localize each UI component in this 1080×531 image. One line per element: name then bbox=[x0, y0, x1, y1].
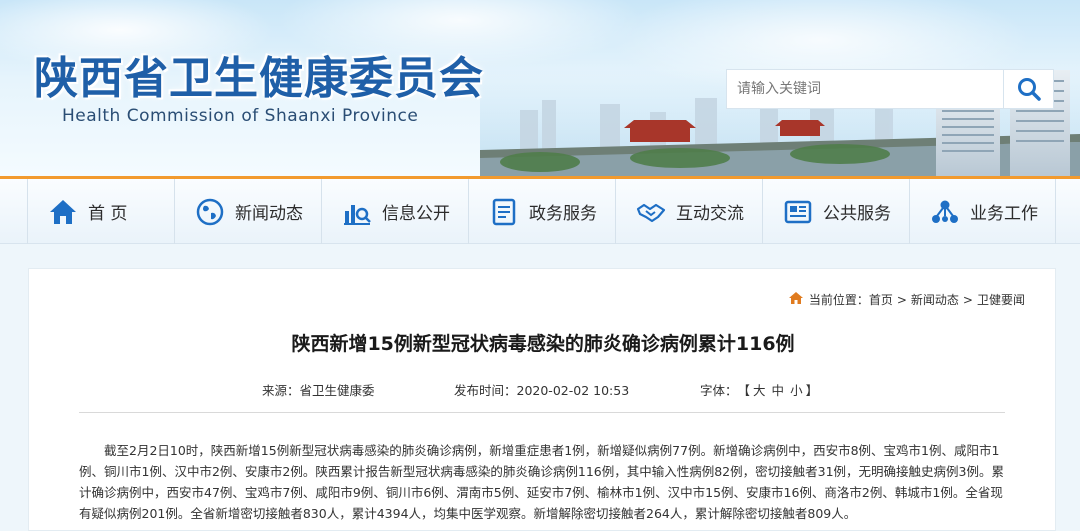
nav-item-gov-service[interactable]: 政务服务 bbox=[468, 179, 615, 244]
breadcrumb-separator: > bbox=[962, 292, 973, 307]
handshake-icon bbox=[636, 197, 666, 227]
article-title: 陕西新增15例新型冠状病毒感染的肺炎确诊病例累计116例 bbox=[291, 333, 795, 355]
font-size-small-button[interactable]: 小 bbox=[790, 380, 803, 399]
divider bbox=[79, 412, 1005, 413]
nav-item-business[interactable]: 业务工作 bbox=[909, 179, 1056, 244]
font-size-large-button[interactable]: 大 bbox=[753, 380, 766, 399]
search-icon bbox=[1017, 78, 1041, 101]
header-banner: 陕西省卫生健康委员会 Health Commission of Shaanxi … bbox=[0, 0, 1080, 176]
search-button[interactable] bbox=[1004, 69, 1054, 109]
nav-item-label: 互动交流 bbox=[676, 204, 744, 224]
nav-item-news[interactable]: 新闻动态 bbox=[174, 179, 321, 244]
search-box bbox=[726, 69, 1004, 109]
breadcrumb: 当前位置： 首页 > 新闻动态 > 卫健要闻 bbox=[788, 291, 1025, 308]
nav-item-home[interactable]: 首 页 bbox=[27, 179, 174, 244]
chart-search-icon bbox=[342, 197, 372, 227]
article-body: 截至2月2日10时，陕西新增15例新型冠状病毒感染的肺炎确诊病例，新增重症患者1… bbox=[79, 443, 1004, 521]
nav-item-info[interactable]: 信息公开 bbox=[321, 179, 468, 244]
nav-item-label: 信息公开 bbox=[382, 204, 450, 224]
article-meta: 来源：省卫生健康委 发布时间：2020-02-02 10:53 字体： 【 大 … bbox=[262, 380, 818, 399]
font-size-label: 字体： bbox=[700, 383, 738, 398]
breadcrumb-current-link[interactable]: 卫健要闻 bbox=[977, 291, 1025, 308]
main-nav: 首 页 新闻动态 信息公开 政务服务 互动交流 公共服务 业务工作 bbox=[0, 176, 1080, 244]
breadcrumb-prefix: 当前位置： bbox=[808, 293, 869, 307]
breadcrumb-news-link[interactable]: 新闻动态 bbox=[911, 291, 959, 308]
breadcrumb-separator: > bbox=[896, 292, 907, 307]
nav-item-label: 公共服务 bbox=[823, 204, 891, 224]
nav-item-label: 政务服务 bbox=[529, 204, 597, 224]
home-icon bbox=[48, 197, 78, 227]
globe-icon bbox=[195, 197, 225, 227]
site-subtitle: Health Commission of Shaanxi Province bbox=[62, 106, 419, 126]
font-size-bracket-close: 】 bbox=[805, 383, 819, 398]
site-title: 陕西省卫生健康委员会 bbox=[34, 53, 484, 104]
newspaper-icon bbox=[783, 197, 813, 227]
nav-item-public-service[interactable]: 公共服务 bbox=[762, 179, 909, 244]
article-publish-time: 发布时间：2020-02-02 10:53 bbox=[454, 383, 630, 398]
nav-item-label: 业务工作 bbox=[970, 204, 1038, 224]
document-icon bbox=[489, 197, 519, 227]
nav-item-label: 新闻动态 bbox=[235, 204, 303, 224]
home-icon bbox=[788, 292, 803, 307]
font-size-bracket-open: 【 bbox=[737, 383, 751, 398]
network-icon bbox=[930, 197, 960, 227]
article-source: 来源：省卫生健康委 bbox=[262, 383, 375, 398]
nav-item-label: 首 页 bbox=[88, 204, 128, 224]
search-input[interactable] bbox=[727, 70, 1003, 108]
nav-item-interaction[interactable]: 互动交流 bbox=[615, 179, 762, 244]
breadcrumb-home-link[interactable]: 首页 bbox=[869, 291, 893, 308]
article-panel: 当前位置： 首页 > 新闻动态 > 卫健要闻 陕西新增15例新型冠状病毒感染的肺… bbox=[28, 268, 1056, 531]
font-size-medium-button[interactable]: 中 bbox=[772, 380, 785, 399]
